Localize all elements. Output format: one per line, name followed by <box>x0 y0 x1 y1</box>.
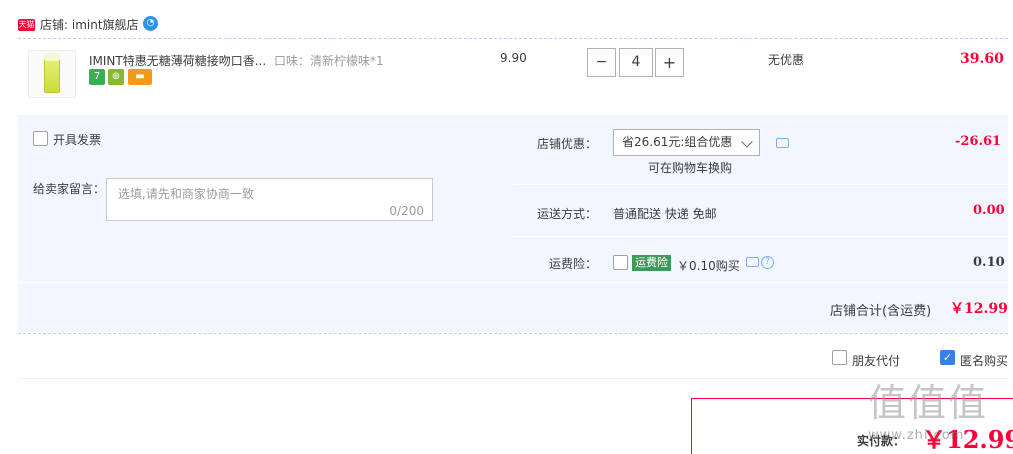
quantity-minus-button[interactable]: − <box>587 48 616 77</box>
store-discount-value: 省26.61元:组合优惠 <box>622 135 733 149</box>
divider <box>18 378 1008 379</box>
product-sku: 口味：清新柠檬味*1 <box>274 54 384 68</box>
insurance-label: 运费险： <box>549 257 598 271</box>
help-icon[interactable]: ? <box>761 256 774 269</box>
store-discount-amount: -26.61 <box>955 134 1002 149</box>
message-label: 给卖家留言： <box>33 182 106 196</box>
invoice-checkbox[interactable] <box>33 131 48 146</box>
divider <box>18 38 1008 39</box>
anonymous-checkbox[interactable]: ✓ <box>940 350 955 365</box>
invoice-label: 开具发票 <box>53 133 102 147</box>
item-discount: 无优惠 <box>768 53 805 67</box>
friend-pay-label: 朋友代付 <box>852 354 901 368</box>
product-title[interactable]: IMINT特惠无糖薄荷糖接吻口香... <box>89 52 266 69</box>
comment-icon[interactable] <box>776 138 789 148</box>
divider <box>18 282 1008 283</box>
insurance-price: ￥0.10购买 <box>677 259 740 273</box>
quantity-input[interactable]: 4 <box>619 48 653 77</box>
watermark-url: www.zhi.com <box>868 428 965 443</box>
seven-day-return-icon[interactable]: 7 <box>89 69 105 85</box>
divider <box>513 184 1008 185</box>
insurance-fee: 0.10 <box>973 255 1005 270</box>
product-cap-image <box>44 53 60 61</box>
seller-message-input[interactable]: 选填,请先和商家协商一致 0/200 <box>106 178 433 221</box>
message-char-count: 0/200 <box>389 204 424 218</box>
store-total-label: 店铺合计(含运费) <box>830 304 932 319</box>
item-subtotal: 39.60 <box>960 51 1004 67</box>
anonymous-label: 匿名购买 <box>960 354 1009 368</box>
wangwang-chat-icon[interactable]: ◔ <box>143 16 158 31</box>
unit-price: 9.90 <box>500 51 527 65</box>
divider <box>513 236 1008 237</box>
insurance-checkbox[interactable] <box>613 255 628 270</box>
shop-name[interactable]: 店铺: imint旗舰店 <box>40 16 139 33</box>
friend-pay-checkbox[interactable] <box>832 350 847 365</box>
watermark-logo: 值值值 <box>868 381 989 425</box>
comment-icon[interactable] <box>746 257 759 267</box>
store-discount-select[interactable]: 省26.61元:组合优惠 <box>613 129 760 156</box>
shipping-fee: 0.00 <box>973 203 1005 218</box>
quantity-plus-button[interactable]: + <box>655 48 684 77</box>
shipping-label: 运送方式： <box>537 207 598 221</box>
store-total-amount: ￥12.99 <box>950 301 1008 317</box>
shipping-method: 普通配送 快递 免邮 <box>613 207 717 221</box>
tmall-logo: 天猫 <box>18 19 35 31</box>
card-pay-icon[interactable]: ▬ <box>128 69 152 85</box>
insurance-tag: 运费险 <box>632 255 671 271</box>
divider <box>18 333 1008 334</box>
store-discount-label: 店铺优惠： <box>537 137 598 151</box>
guarantee-icon[interactable]: ⊕ <box>108 69 124 85</box>
message-placeholder: 选填,请先和商家协商一致 <box>118 187 254 201</box>
store-discount-note: 可在购物车换购 <box>648 161 733 175</box>
product-thumbnail[interactable] <box>28 50 76 98</box>
chevron-down-icon <box>741 136 753 148</box>
